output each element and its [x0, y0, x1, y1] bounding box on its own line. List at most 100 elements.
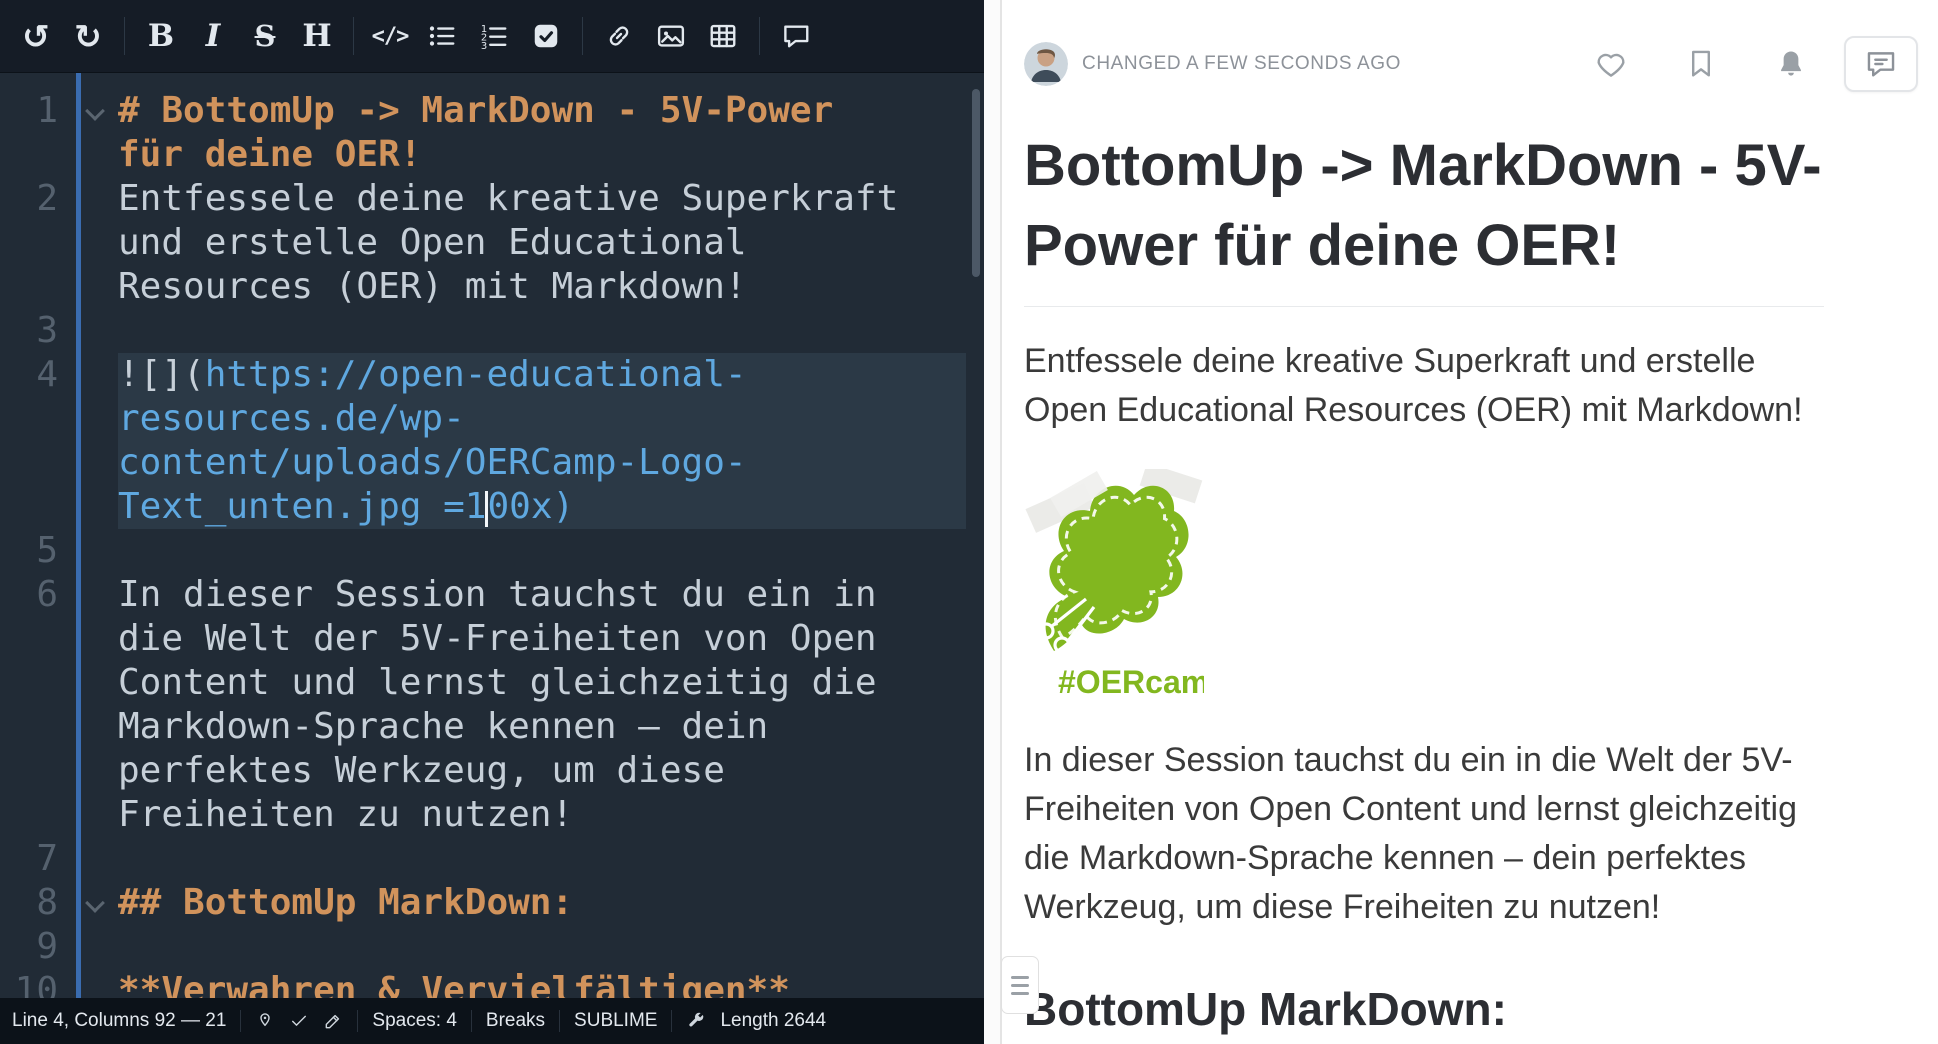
code-segment: ## BottomUp MarkDown: — [118, 882, 573, 923]
statusbar-separator — [671, 1010, 672, 1032]
fold-gutter — [72, 89, 118, 177]
code-segment: # BottomUp -> MarkDown - 5V-Power für de… — [118, 90, 855, 175]
strikethrough-icon[interactable]: S — [239, 7, 291, 65]
wrench-icon[interactable] — [686, 1011, 706, 1031]
editor-line-3[interactable]: 3 — [0, 309, 984, 353]
svg-text:3: 3 — [481, 41, 487, 51]
code-icon[interactable]: </> — [364, 7, 416, 65]
code-text — [118, 837, 966, 881]
toolbar-separator — [353, 17, 354, 55]
md-h2: BottomUp MarkDown: — [1024, 982, 1824, 1044]
cursor-position: Line 4, Columns 92 — 21 — [12, 1010, 226, 1032]
code-segment: **Verwahren & Vervielfältigen** — [118, 970, 790, 998]
line-number: 4 — [0, 353, 72, 529]
heart-icon[interactable] — [1594, 47, 1628, 81]
pin-icon[interactable] — [255, 1011, 275, 1031]
undo-icon[interactable]: ↺ — [10, 7, 62, 65]
md-p: Entfessele deine kreative Superkraft und… — [1024, 337, 1824, 435]
editor-line-8[interactable]: 8 ## BottomUp MarkDown: — [0, 881, 984, 925]
statusbar-separator — [471, 1010, 472, 1032]
oercamp-logo-image: #OERcamp — [1024, 469, 1824, 706]
line-number: 1 — [0, 89, 72, 177]
breaks-setting[interactable]: Breaks — [486, 1010, 545, 1032]
editor-scrollbar[interactable] — [972, 89, 980, 277]
editor-line-6[interactable]: 6In dieser Session tauchst du ein in die… — [0, 573, 984, 837]
code-segment: 00x) — [487, 486, 574, 527]
toolbar-separator — [759, 17, 760, 55]
fold-gutter — [72, 177, 118, 309]
code-text: ![](https://open-educational-resources.d… — [118, 353, 966, 529]
keymap-setting[interactable]: SUBLIME — [574, 1010, 657, 1032]
bold-icon[interactable]: B — [135, 7, 187, 65]
image-icon[interactable] — [645, 7, 697, 65]
link-icon[interactable] — [593, 7, 645, 65]
fold-gutter — [72, 925, 118, 969]
md-h1: BottomUp -> MarkDown - 5V-Power für dein… — [1024, 126, 1824, 307]
markdown-editor-app: ↺↻ BISH </> 123 1 # BottomUp -> MarkDown - 5… — [0, 0, 1938, 1044]
statusbar-separator — [559, 1010, 560, 1032]
logo-caption: #OERcamp — [1058, 664, 1204, 700]
line-number: 2 — [0, 177, 72, 309]
line-number: 8 — [0, 881, 72, 925]
heading-icon[interactable]: H — [291, 7, 343, 65]
fold-gutter — [72, 573, 118, 837]
editor-line-5[interactable]: 5 — [0, 529, 984, 573]
editor-line-2[interactable]: 2 Entfessele deine kreative Superkraft un… — [0, 177, 984, 309]
statusbar-separator — [240, 1010, 241, 1032]
editor-pane: ↺↻ BISH </> 123 1 # BottomUp -> MarkDown - 5… — [0, 0, 984, 1044]
comment-icon[interactable] — [770, 7, 822, 65]
check-icon[interactable] — [289, 1011, 309, 1031]
pen-icon[interactable] — [323, 1011, 343, 1031]
code-text: Entfessele deine kreative Superkraft und… — [118, 177, 966, 309]
table-icon[interactable] — [697, 7, 749, 65]
editor-content[interactable]: 1 # BottomUp -> MarkDown - 5V-Power für d… — [0, 73, 984, 998]
fold-gutter — [72, 881, 118, 925]
code-segment: ![]( — [118, 354, 205, 395]
code-segment: https://open-educational-resources.de/wp… — [118, 354, 747, 527]
fold-gutter — [72, 353, 118, 529]
fold-gutter — [72, 309, 118, 353]
line-number: 5 — [0, 529, 72, 573]
code-text: In dieser Session tauchst du ein in die … — [118, 573, 966, 837]
toolbar-separator — [124, 17, 125, 55]
fold-chevron-icon[interactable] — [85, 101, 105, 121]
redo-icon[interactable]: ↻ — [62, 7, 114, 65]
bookmark-icon[interactable] — [1684, 47, 1718, 81]
code-segment: Entfessele deine kreative Superkraft und… — [118, 178, 920, 307]
editor-line-1[interactable]: 1 # BottomUp -> MarkDown - 5V-Power für d… — [0, 89, 984, 177]
pane-divider[interactable] — [984, 0, 1002, 1044]
line-number: 6 — [0, 573, 72, 837]
editor-line-4[interactable]: 4 ![](https://open-educational-resources.… — [0, 353, 984, 529]
comment-button[interactable] — [1844, 36, 1918, 92]
bell-icon[interactable] — [1774, 47, 1808, 81]
fold-gutter — [72, 837, 118, 881]
toolbar-separator — [582, 17, 583, 55]
editor-line-10[interactable]: 10 **Verwahren & Vervielfältigen** — [0, 969, 984, 998]
line-number: 9 — [0, 925, 72, 969]
statusbar-separator — [357, 1010, 358, 1032]
fold-chevron-icon[interactable] — [85, 893, 105, 913]
divider-grip[interactable] — [1001, 956, 1039, 1014]
task-list-icon[interactable] — [520, 7, 572, 65]
code-text — [118, 309, 966, 353]
editor-toolbar: ↺↻ BISH </> 123 — [0, 0, 984, 73]
fold-gutter — [72, 969, 118, 998]
bullet-list-icon[interactable] — [416, 7, 468, 65]
code-text: **Verwahren & Vervielfältigen** — [118, 969, 966, 998]
line-number: 3 — [0, 309, 72, 353]
md-p: In dieser Session tauchst du ein in die … — [1024, 736, 1824, 932]
line-number: 10 — [0, 969, 72, 998]
preview-pane: CHANGED A FEW SECONDS AGO BottomUp -> Ma… — [1002, 0, 1938, 1044]
avatar[interactable] — [1024, 42, 1068, 86]
italic-icon[interactable]: I — [187, 7, 239, 65]
editor-line-7[interactable]: 7 — [0, 837, 984, 881]
ordered-list-icon[interactable]: 123 — [468, 7, 520, 65]
spaces-setting[interactable]: Spaces: 4 — [372, 1010, 457, 1032]
line-number: 7 — [0, 837, 72, 881]
preview-topbar: CHANGED A FEW SECONDS AGO — [1002, 0, 1938, 92]
editor-lines: 1 # BottomUp -> MarkDown - 5V-Power für d… — [0, 89, 984, 998]
editor-line-9[interactable]: 9 — [0, 925, 984, 969]
code-text — [118, 529, 966, 573]
code-segment: In dieser Session tauchst du ein in die … — [118, 574, 898, 835]
code-text — [118, 925, 966, 969]
